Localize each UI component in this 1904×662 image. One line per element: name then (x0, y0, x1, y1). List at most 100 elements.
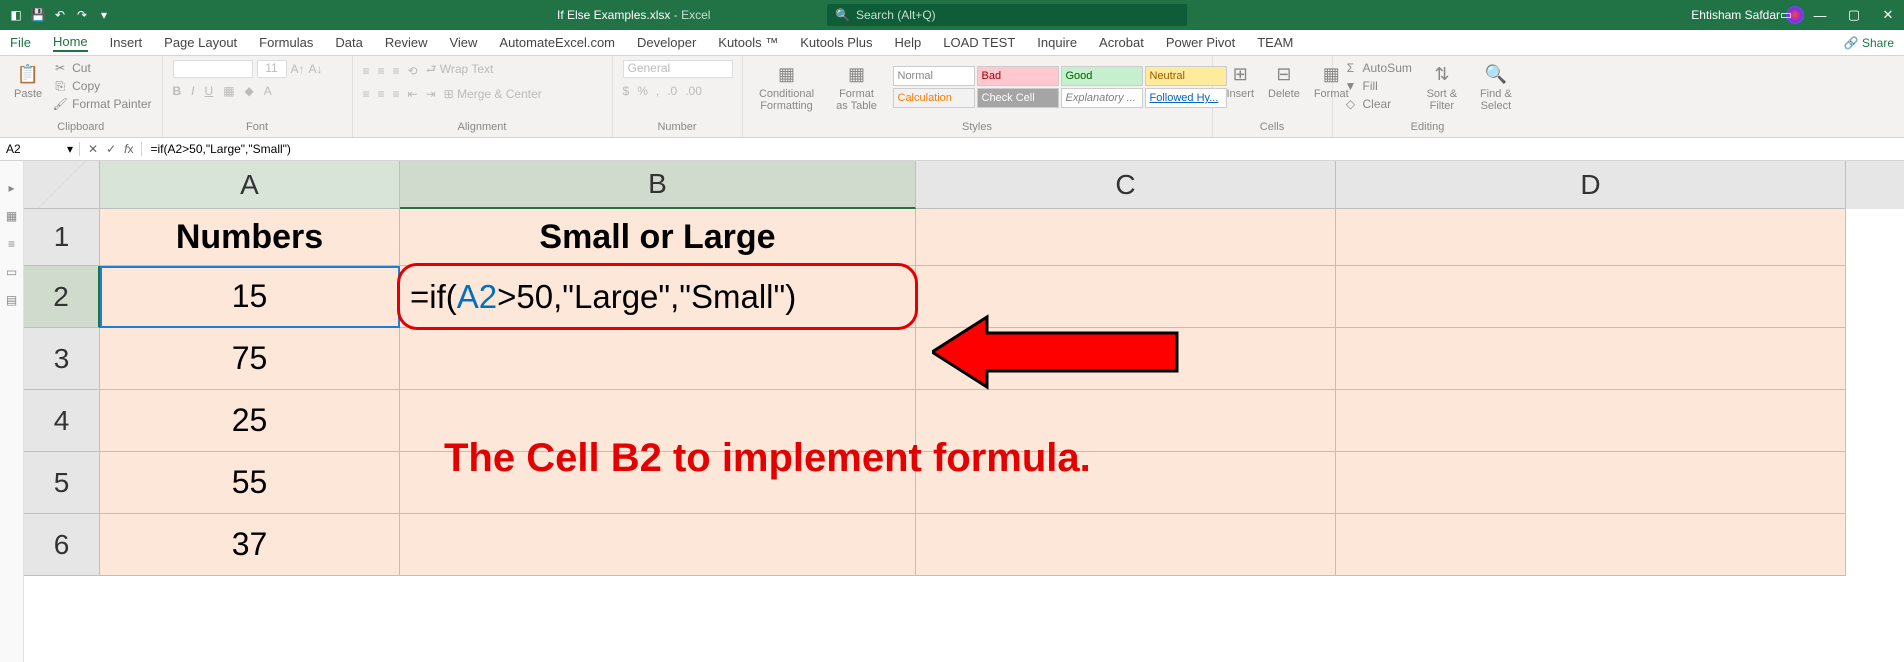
minimize-button[interactable]: — (1810, 8, 1830, 23)
sort-filter-button[interactable]: ⇅Sort & Filter (1418, 60, 1466, 114)
number-format-combo[interactable]: General (623, 60, 733, 78)
cell-a2[interactable]: 15 (100, 266, 400, 328)
font-color-button[interactable]: A (264, 84, 272, 98)
cell-a3[interactable]: 75 (100, 328, 400, 390)
tab-load-test[interactable]: LOAD TEST (943, 35, 1015, 50)
row-header[interactable]: 1 (24, 209, 100, 266)
cell-c2[interactable] (916, 266, 1336, 328)
gutter-icon[interactable]: ▤ (6, 293, 17, 307)
cut-button[interactable]: ✂Cut (52, 60, 151, 76)
style-calculation[interactable]: Calculation (893, 88, 975, 108)
conditional-formatting-button[interactable]: ▦Conditional Formatting (753, 60, 821, 114)
currency-icon[interactable]: $ (623, 84, 630, 98)
row-header[interactable]: 2 (24, 266, 100, 328)
cell-b2[interactable]: =if(A2>50,"Large","Small") (400, 266, 916, 328)
maximize-button[interactable]: ▢ (1844, 7, 1864, 23)
paste-button[interactable]: 📋 Paste (10, 60, 46, 112)
tab-data[interactable]: Data (335, 35, 362, 50)
cell-d6[interactable] (1336, 514, 1846, 576)
clear-button[interactable]: ◇Clear (1343, 96, 1412, 112)
style-bad[interactable]: Bad (977, 66, 1059, 86)
row-header[interactable]: 6 (24, 514, 100, 576)
tab-kutools[interactable]: Kutools ™ (718, 35, 778, 50)
cell-c4[interactable] (916, 390, 1336, 452)
close-button[interactable]: ✕ (1878, 7, 1898, 23)
cell-d2[interactable] (1336, 266, 1846, 328)
cell-b4[interactable] (400, 390, 916, 452)
decrease-font-icon[interactable]: A↓ (309, 62, 323, 76)
indent-inc-icon[interactable]: ⇥ (426, 87, 436, 101)
cell-c3[interactable] (916, 328, 1336, 390)
italic-button[interactable]: I (191, 84, 194, 98)
align-bottom-icon[interactable]: ≡ (393, 64, 400, 78)
cancel-formula-icon[interactable]: ✕ (88, 142, 98, 156)
style-explanatory[interactable]: Explanatory ... (1061, 88, 1143, 108)
delete-cells-button[interactable]: ⊟Delete (1264, 60, 1304, 102)
tab-acrobat[interactable]: Acrobat (1099, 35, 1144, 50)
gutter-icon[interactable]: ▸ (8, 181, 14, 195)
save-icon[interactable]: 💾 (30, 7, 46, 23)
borders-button[interactable]: ▦ (223, 84, 234, 98)
align-center-icon[interactable]: ≡ (378, 87, 385, 101)
wrap-text-button[interactable]: ⮐ Wrap Text (426, 60, 494, 81)
percent-icon[interactable]: % (637, 84, 648, 98)
search-box[interactable]: 🔍 Search (Alt+Q) (827, 4, 1187, 26)
ribbon-mode-icon[interactable]: ▭ (1776, 7, 1796, 23)
cell-c5[interactable] (916, 452, 1336, 514)
col-header-a[interactable]: A (100, 161, 400, 209)
row-header[interactable]: 5 (24, 452, 100, 514)
tab-developer[interactable]: Developer (637, 35, 696, 50)
gutter-icon[interactable]: ▦ (6, 209, 17, 223)
find-select-button[interactable]: 🔍Find & Select (1472, 60, 1520, 114)
tab-home[interactable]: Home (53, 34, 88, 52)
qat-more-icon[interactable]: ▾ (96, 7, 112, 23)
fill-color-button[interactable]: ◆ (245, 84, 254, 98)
orientation-icon[interactable]: ⟲ (408, 64, 418, 78)
tab-team[interactable]: TEAM (1257, 35, 1293, 50)
style-normal[interactable]: Normal (893, 66, 975, 86)
cell-a4[interactable]: 25 (100, 390, 400, 452)
indent-dec-icon[interactable]: ⇤ (408, 87, 418, 101)
col-header-d[interactable]: D (1336, 161, 1846, 209)
align-left-icon[interactable]: ≡ (363, 87, 370, 101)
tab-formulas[interactable]: Formulas (259, 35, 313, 50)
font-size-combo[interactable]: 11 (257, 60, 287, 78)
col-header-c[interactable]: C (916, 161, 1336, 209)
insert-cells-button[interactable]: ⊞Insert (1223, 60, 1259, 102)
cell-b6[interactable] (400, 514, 916, 576)
cell-d1[interactable] (1336, 209, 1846, 266)
cell-a6[interactable]: 37 (100, 514, 400, 576)
tab-kutools-plus[interactable]: Kutools Plus (800, 35, 872, 50)
copy-button[interactable]: ⎘Copy (52, 78, 151, 94)
fill-button[interactable]: ▼Fill (1343, 78, 1412, 94)
cell-a5[interactable]: 55 (100, 452, 400, 514)
format-as-table-button[interactable]: ▦Format as Table (829, 60, 885, 114)
underline-button[interactable]: U (205, 84, 214, 98)
cell-a1[interactable]: Numbers (100, 209, 400, 266)
style-check-cell[interactable]: Check Cell (977, 88, 1059, 108)
name-box[interactable]: A2▾ (0, 142, 80, 156)
gutter-icon[interactable]: ▭ (6, 265, 17, 279)
cell-b3[interactable] (400, 328, 916, 390)
cell-c6[interactable] (916, 514, 1336, 576)
col-header-b[interactable]: B (400, 161, 916, 209)
tab-power-pivot[interactable]: Power Pivot (1166, 35, 1235, 50)
row-header[interactable]: 3 (24, 328, 100, 390)
formula-input[interactable]: =if(A2>50,"Large","Small") (142, 142, 1904, 156)
autosave-icon[interactable]: ◧ (8, 7, 24, 23)
merge-center-button[interactable]: ⊞ Merge & Center (444, 87, 542, 101)
align-middle-icon[interactable]: ≡ (378, 64, 385, 78)
autosum-button[interactable]: ΣAutoSum (1343, 60, 1412, 76)
increase-font-icon[interactable]: A↑ (291, 62, 305, 76)
cell-d5[interactable] (1336, 452, 1846, 514)
worksheet-grid[interactable]: A B C D 1 Numbers Small or Large 2 15 =i… (24, 161, 1904, 662)
tab-automateexcel[interactable]: AutomateExcel.com (499, 35, 615, 50)
tab-help[interactable]: Help (895, 35, 922, 50)
font-name-combo[interactable] (173, 60, 253, 78)
tab-file[interactable]: File (10, 35, 31, 50)
tab-review[interactable]: Review (385, 35, 428, 50)
gutter-icon[interactable]: ≡ (8, 237, 15, 251)
select-all-corner[interactable] (24, 161, 100, 209)
enter-formula-icon[interactable]: ✓ (106, 142, 116, 156)
align-top-icon[interactable]: ≡ (363, 64, 370, 78)
